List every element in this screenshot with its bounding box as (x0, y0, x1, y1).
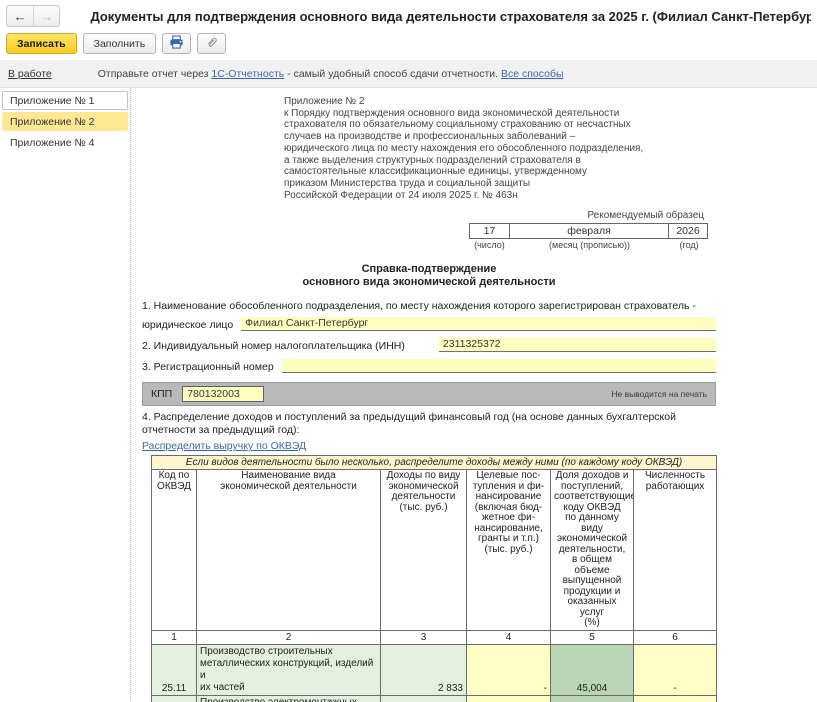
kpp-label: КПП (151, 388, 172, 400)
sidebar-item-annex-4[interactable]: Приложение № 4 (2, 133, 128, 152)
form-title-line1: Справка-подтверждение (142, 263, 716, 276)
okved-table-wrap: Если видов деятельности было несколько, … (151, 455, 716, 702)
status-message: Отправьте отчет через 1С-Отчетность - са… (98, 68, 564, 80)
kpp-field[interactable]: 780132003 (182, 386, 264, 402)
form-title-line2: основного вида экономической деятельност… (142, 276, 716, 289)
table-note: Если видов деятельности было несколько, … (152, 456, 717, 470)
row-headcount[interactable]: - (634, 644, 717, 695)
row-target[interactable]: - (467, 644, 551, 695)
col-number-4: 4 (467, 630, 551, 644)
date-year-label: (год) (669, 239, 709, 250)
section4-label: 4. Распределение доходов и поступлений з… (142, 411, 716, 437)
sidebar: Приложение № 1 Приложение № 2 Приложение… (0, 88, 131, 701)
recommended-sample-note: Рекомендуемый образец (142, 210, 716, 221)
1c-otchetnost-link[interactable]: 1С-Отчетность (211, 68, 284, 80)
date-month-field[interactable]: февраля (509, 223, 669, 239)
row-share: 3,082 (551, 695, 634, 702)
col-number-3: 3 (381, 630, 467, 644)
kpp-print-note: Не выводится на печать (611, 389, 707, 399)
col-header-share: Доля доходов и поступлений, соответствую… (551, 470, 634, 631)
row-income[interactable]: 194 (381, 695, 467, 702)
col-header-headcount: Численность работающих (634, 470, 717, 631)
col-header-code: Код по ОКВЭД (152, 470, 197, 631)
field1-label: 1. Наименование обособленного подразделе… (142, 300, 716, 312)
status-bar: В работе Отправьте отчет через 1С-Отчетн… (0, 60, 817, 87)
table-row: x43.21 Производство электромонтажных раб… (152, 695, 717, 702)
col-number-2: 2 (197, 630, 381, 644)
col-header-activity: Наименование вида экономической деятельн… (197, 470, 381, 631)
table-header-row: Код по ОКВЭД Наименование вида экономиче… (152, 470, 717, 631)
form-content: Приложение № 2 к Порядку подтверждения о… (142, 88, 716, 701)
form-title: Справка-подтверждение основного вида эко… (142, 263, 716, 289)
save-button[interactable]: Записать (6, 33, 77, 54)
col-header-target: Целевые пос- тупления и фи- нансирование… (467, 470, 551, 631)
title-bar: ← → Документы для подтверждения основног… (0, 0, 817, 30)
distribute-revenue-link[interactable]: Распределить выручку по ОКВЭД (142, 440, 306, 452)
date-month-label: (месяц (прописью)) (510, 239, 669, 250)
nav-button-group: ← → (6, 5, 60, 27)
date-block: 17 февраля 2026 (число) (месяц (прописью… (469, 223, 709, 250)
status-message-middle: - самый удобный способ сдачи отчетности. (284, 68, 501, 80)
paperclip-icon (205, 35, 219, 52)
printer-icon (169, 35, 184, 52)
row-share: 45,004 (551, 644, 634, 695)
col-number-6: 6 (634, 630, 717, 644)
row-activity-name[interactable]: Производство строительных металлических … (197, 644, 381, 695)
print-button[interactable] (162, 33, 191, 54)
subdivision-name-field[interactable]: Филиал Санкт-Петербург (241, 317, 716, 331)
col-number-1: 1 (152, 630, 197, 644)
sidebar-item-annex-2[interactable]: Приложение № 2 (2, 112, 128, 131)
page-title: Документы для подтверждения основного ви… (90, 9, 811, 24)
column-numbers-row: 1 2 3 4 5 6 (152, 630, 717, 644)
status-state-link[interactable]: В работе (8, 68, 52, 80)
fill-button[interactable]: Заполнить (83, 33, 157, 54)
status-message-prefix: Отправьте отчет через (98, 68, 212, 80)
date-day-field[interactable]: 17 (469, 223, 510, 239)
col-header-income: Доходы по виду экономической деятельност… (381, 470, 467, 631)
main-area: Приложение № 1 Приложение № 2 Приложение… (0, 87, 817, 701)
date-year-field[interactable]: 2026 (668, 223, 708, 239)
col-number-5: 5 (551, 630, 634, 644)
row-code[interactable]: 25.11 (162, 683, 186, 694)
inn-field[interactable]: 2311325372 (439, 338, 716, 352)
row-activity-name[interactable]: Производство электромонтажных работ (197, 695, 381, 702)
row-target[interactable]: - (467, 695, 551, 702)
field1-label2: юридическое лицо (142, 319, 233, 331)
okved-table: Если видов деятельности было несколько, … (151, 455, 717, 702)
field3-label: 3. Регистрационный номер (142, 361, 274, 373)
attach-button[interactable] (197, 33, 226, 54)
toolbar: Записать Заполнить (0, 30, 817, 57)
registration-number-field[interactable] (282, 359, 716, 373)
row-headcount[interactable]: - (634, 695, 717, 702)
kpp-bar: КПП 780132003 Не выводится на печать (142, 382, 716, 406)
date-day-label: (число) (469, 239, 510, 250)
back-icon[interactable]: ← (7, 6, 33, 26)
field2-label: 2. Индивидуальный номер налогоплательщик… (142, 340, 405, 352)
table-row: x25.11 Производство строительных металли… (152, 644, 717, 695)
annex-header-text: Приложение № 2 к Порядку подтверждения о… (284, 96, 709, 201)
sidebar-item-annex-1[interactable]: Приложение № 1 (2, 91, 128, 110)
all-methods-link[interactable]: Все способы (501, 68, 564, 80)
forward-icon[interactable]: → (33, 6, 59, 26)
row-income[interactable]: 2 833 (381, 644, 467, 695)
